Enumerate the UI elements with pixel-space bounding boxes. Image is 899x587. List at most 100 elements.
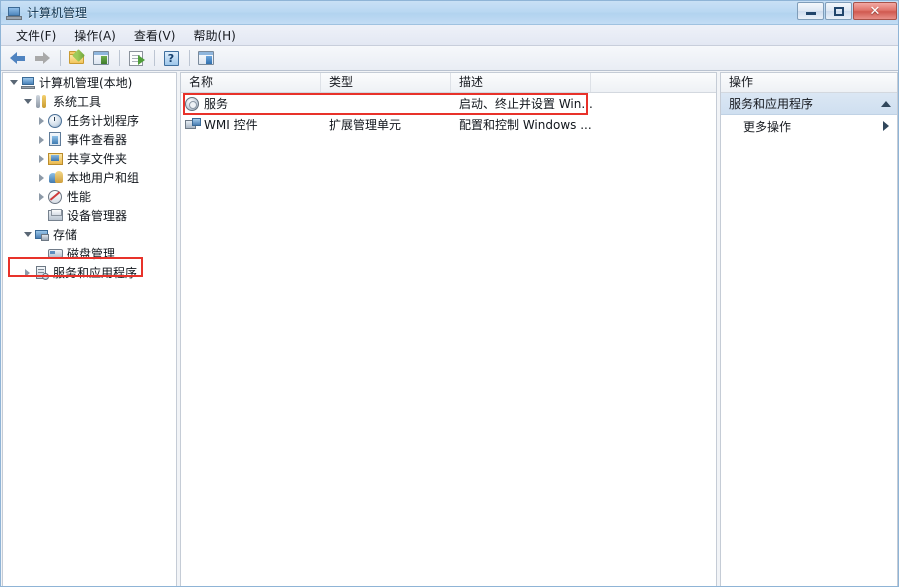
tree-item-label: 设备管理器 (67, 209, 128, 223)
chevron-up-icon[interactable] (881, 100, 891, 107)
performance-icon (48, 189, 64, 205)
users-group-icon (48, 170, 64, 186)
show-action-pane-button[interactable] (195, 48, 217, 69)
arrow-left-icon (10, 51, 26, 65)
tree-item-disk-management[interactable]: 磁盘管理 (3, 244, 176, 263)
clock-icon (48, 113, 64, 129)
window-title: 计算机管理 (27, 6, 88, 20)
tree-item-device-manager[interactable]: 设备管理器 (3, 206, 176, 225)
toolbar: ? (1, 46, 898, 71)
menu-action[interactable]: 操作(A) (65, 25, 125, 46)
help-question-icon: ? (163, 50, 179, 66)
device-manager-icon (48, 208, 64, 224)
list-row-wmi-control[interactable]: WMI 控件 扩展管理单元 配置和控制 Windows ... (181, 114, 716, 135)
tree-item-services-and-applications[interactable]: 服务和应用程序 (3, 263, 176, 282)
disk-management-icon (48, 246, 64, 262)
export-list-button[interactable] (125, 48, 147, 69)
computer-icon (20, 75, 36, 91)
shared-folder-icon (48, 151, 64, 167)
gear-icon (185, 96, 201, 112)
help-button[interactable]: ? (160, 48, 182, 69)
column-header-description[interactable]: 描述 (451, 73, 591, 92)
tree-item-computer-management[interactable]: 计算机管理(本地) (3, 73, 176, 92)
tree-item-storage[interactable]: 存储 (3, 225, 176, 244)
wmi-control-icon (185, 117, 201, 133)
tree-item-label: 服务和应用程序 (53, 266, 138, 280)
tree-item-label: 磁盘管理 (67, 247, 116, 261)
toolbar-separator (154, 50, 155, 66)
window-pane-icon (93, 51, 109, 65)
tree-item-task-scheduler[interactable]: 任务计划程序 (3, 111, 176, 130)
close-button[interactable]: ✕ (853, 2, 897, 20)
list-cell-description: 启动、终止并设置 Win... (459, 97, 593, 111)
minimize-button[interactable] (797, 2, 824, 20)
tree-item-label: 任务计划程序 (67, 114, 140, 128)
list-panel[interactable]: 名称 类型 描述 服务 启动、终止并设置 Win... WMI 控件 扩展管理单元 配置… (180, 72, 717, 586)
window-action-icon (198, 51, 214, 65)
list-cell-type: 扩展管理单元 (329, 118, 402, 132)
column-header-filler (591, 73, 716, 92)
actions-item-label: 更多操作 (743, 119, 792, 134)
chevron-down-icon[interactable] (7, 76, 20, 89)
event-viewer-icon (48, 131, 64, 148)
menu-view[interactable]: 查看(V) (125, 25, 185, 46)
arrow-right-icon (34, 51, 50, 65)
chevron-right-icon[interactable] (35, 171, 48, 184)
chevron-right-icon[interactable] (35, 152, 48, 165)
chevron-down-icon[interactable] (21, 228, 34, 241)
actions-item-more-actions[interactable]: 更多操作 (721, 115, 897, 137)
show-hide-tree-button[interactable] (90, 48, 112, 69)
actions-section-services-and-applications[interactable]: 服务和应用程序 (721, 93, 897, 115)
console-tree-panel[interactable]: 计算机管理(本地) 系统工具任务计划程序 事件查看器共享文件夹本地用户和组性能设备管… (2, 72, 177, 586)
list-cell-name: WMI 控件 (204, 118, 258, 132)
chevron-right-icon[interactable] (35, 190, 48, 203)
list-cell-name: 服务 (204, 97, 229, 111)
toolbar-separator (119, 50, 120, 66)
tree-item-local-users-groups[interactable]: 本地用户和组 (3, 168, 176, 187)
column-header-name[interactable]: 名称 (181, 73, 321, 92)
actions-panel: 操作 服务和应用程序 更多操作 (720, 72, 898, 586)
computer-management-window: 计算机管理 ✕ 文件(F) 操作(A) 查看(V) 帮助(H) ? 计算机管理(… (0, 0, 899, 587)
title-bar[interactable]: 计算机管理 ✕ (1, 1, 898, 25)
toolbar-separator (60, 50, 61, 66)
tree-item-label: 系统工具 (53, 95, 102, 109)
tree-item-label: 事件查看器 (67, 133, 128, 147)
list-row-services[interactable]: 服务 启动、终止并设置 Win... (181, 93, 716, 114)
services-applications-icon (34, 265, 50, 281)
actions-section-label: 服务和应用程序 (729, 97, 814, 111)
tree-item-performance[interactable]: 性能 (3, 187, 176, 206)
forward-button[interactable] (31, 48, 53, 69)
chevron-right-icon[interactable] (35, 133, 48, 146)
maximize-button[interactable] (825, 2, 852, 20)
document-export-icon (129, 50, 145, 66)
folder-edit-icon (69, 49, 85, 65)
tree-item-label: 计算机管理(本地) (39, 76, 133, 90)
chevron-down-icon[interactable] (21, 95, 34, 108)
window-controls: ✕ (797, 2, 897, 20)
column-header-type[interactable]: 类型 (321, 73, 451, 92)
tree-item-shared-folders[interactable]: 共享文件夹 (3, 149, 176, 168)
tree-item-label: 共享文件夹 (67, 152, 128, 166)
toolbar-separator (189, 50, 190, 66)
menu-help[interactable]: 帮助(H) (184, 25, 244, 46)
tree-item-system-tools[interactable]: 系统工具 (3, 92, 176, 111)
tree-item-label: 存储 (53, 228, 78, 242)
list-column-headers: 名称 类型 描述 (181, 73, 716, 93)
menu-bar: 文件(F) 操作(A) 查看(V) 帮助(H) (1, 25, 898, 46)
tree-expander-placeholder (35, 247, 48, 260)
chevron-right-icon[interactable] (21, 266, 34, 279)
actions-title: 操作 (721, 73, 897, 93)
list-cell-description: 配置和控制 Windows ... (459, 118, 592, 132)
back-button[interactable] (7, 48, 29, 69)
content-area: 计算机管理(本地) 系统工具任务计划程序 事件查看器共享文件夹本地用户和组性能设备管… (1, 71, 898, 586)
system-tools-icon (34, 94, 50, 110)
menu-file[interactable]: 文件(F) (7, 25, 65, 46)
storage-icon (34, 227, 50, 243)
tree-item-event-viewer[interactable]: 事件查看器 (3, 130, 176, 149)
tree-item-label: 本地用户和组 (67, 171, 140, 185)
up-folder-button[interactable] (66, 48, 88, 69)
close-icon: ✕ (869, 3, 881, 19)
chevron-right-icon[interactable] (35, 114, 48, 127)
computer-management-icon (6, 5, 22, 21)
tree-expander-placeholder (35, 209, 48, 222)
